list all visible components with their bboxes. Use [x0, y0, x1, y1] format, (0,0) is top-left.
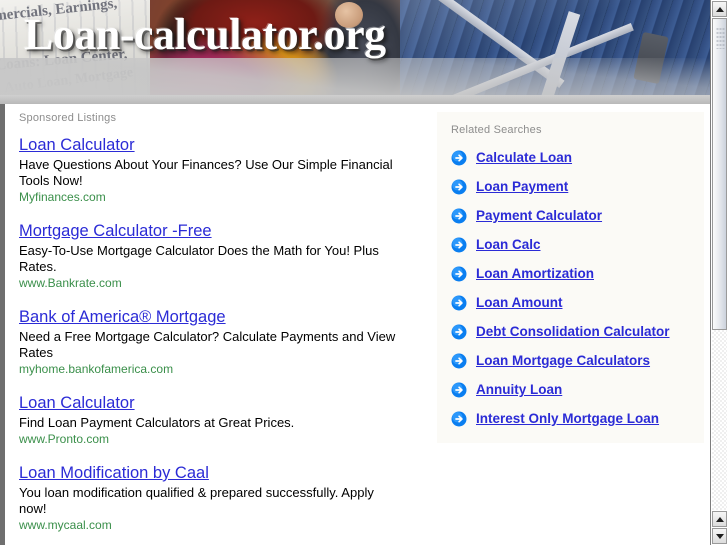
ad-description: Find Loan Payment Calculators at Great P… — [19, 415, 295, 430]
related-search-item[interactable]: Annuity Loan — [451, 382, 694, 398]
ad-description: Need a Free Mortgage Calculator? Calcula… — [19, 329, 396, 360]
scrollbar-thumb[interactable] — [712, 18, 727, 330]
ad-title-link[interactable]: Bank of America® Mortgage — [19, 308, 226, 327]
ad-display-url[interactable]: myhome.bankofamerica.com — [19, 362, 413, 377]
sponsored-ad: Mortgage Calculator -Free Easy-To-Use Mo… — [19, 222, 413, 291]
triangle-up-icon — [715, 516, 724, 522]
related-search-item[interactable]: Calculate Loan — [451, 150, 694, 166]
ad-description: Have Questions About Your Finances? Use … — [19, 157, 393, 188]
sponsored-ad: Loan Calculator Have Questions About You… — [19, 136, 413, 205]
ad-display-url[interactable]: Myfinances.com — [19, 190, 413, 205]
ad-title-link[interactable]: Loan Calculator — [19, 394, 135, 413]
related-search-label: Debt Consolidation Calculator — [476, 324, 670, 339]
related-search-label: Loan Amortization — [476, 266, 594, 281]
related-search-label: Loan Payment — [476, 179, 569, 194]
related-search-label: Loan Amount — [476, 295, 563, 310]
ad-title-link[interactable]: Loan Modification by Caal — [19, 464, 209, 483]
sponsored-listings-label: Sponsored Listings — [19, 112, 117, 124]
ad-display-url[interactable]: www.Pronto.com — [19, 432, 413, 447]
arrow-circle-right-icon — [451, 179, 467, 195]
ad-description: You loan modification qualified & prepar… — [19, 485, 374, 516]
site-banner: mercials, Earnings, Loans: Loan Center, … — [0, 0, 710, 104]
arrow-circle-right-icon — [451, 411, 467, 427]
scrollbar-scroll-up-button-bottom[interactable] — [712, 511, 727, 527]
related-searches-panel: Related Searches Calculate Loan Loan Pay… — [437, 112, 704, 443]
arrow-circle-right-icon — [451, 295, 467, 311]
sponsored-listings: Sponsored Listings Loan Calculator Have … — [13, 112, 413, 545]
related-search-label: Loan Mortgage Calculators — [476, 353, 651, 368]
arrow-circle-right-icon — [451, 324, 467, 340]
related-search-item[interactable]: Payment Calculator — [451, 208, 694, 224]
arrow-circle-right-icon — [451, 266, 467, 282]
ad-title-link[interactable]: Loan Calculator — [19, 136, 135, 155]
related-search-item[interactable]: Interest Only Mortgage Loan — [451, 411, 694, 427]
arrow-circle-right-icon — [451, 237, 467, 253]
triangle-down-icon — [715, 533, 724, 539]
related-search-item[interactable]: Loan Calc — [451, 237, 694, 253]
related-search-item[interactable]: Debt Consolidation Calculator — [451, 324, 694, 340]
arrow-circle-right-icon — [451, 353, 467, 369]
ad-description: Easy-To-Use Mortgage Calculator Does the… — [19, 243, 379, 274]
scrollbar-scroll-up-button[interactable] — [712, 1, 727, 17]
related-search-item[interactable]: Loan Amount — [451, 295, 694, 311]
arrow-circle-right-icon — [451, 208, 467, 224]
sponsored-ad: Loan Calculator Find Loan Payment Calcul… — [19, 394, 413, 447]
related-search-label: Annuity Loan — [476, 382, 563, 397]
related-search-label: Loan Calc — [476, 237, 541, 252]
related-search-label: Payment Calculator — [476, 208, 603, 223]
arrow-circle-right-icon — [451, 382, 467, 398]
sponsored-ad: Loan Modification by Caal You loan modif… — [19, 464, 413, 533]
related-search-label: Calculate Loan — [476, 150, 573, 165]
sponsored-ad: Bank of America® Mortgage Need a Free Mo… — [19, 308, 413, 377]
arrow-circle-right-icon — [451, 150, 467, 166]
vertical-scrollbar[interactable] — [710, 0, 727, 545]
scrollbar-thumb-grip — [716, 27, 725, 49]
related-search-item[interactable]: Loan Amortization — [451, 266, 694, 282]
related-search-item[interactable]: Loan Payment — [451, 179, 694, 195]
ad-title-link[interactable]: Mortgage Calculator -Free — [19, 222, 212, 241]
banner-bottom-edge — [0, 95, 710, 104]
related-search-label: Interest Only Mortgage Loan — [476, 411, 660, 426]
page-title: Loan-calculator.org — [24, 10, 386, 59]
page-viewport: mercials, Earnings, Loans: Loan Center, … — [0, 0, 710, 545]
related-search-item[interactable]: Loan Mortgage Calculators — [451, 353, 694, 369]
ad-display-url[interactable]: www.mycaal.com — [19, 518, 413, 533]
triangle-up-icon — [715, 6, 724, 12]
ad-display-url[interactable]: www.Bankrate.com — [19, 276, 413, 291]
related-searches-label: Related Searches — [451, 124, 542, 136]
content-area: Sponsored Listings Loan Calculator Have … — [0, 104, 710, 545]
scrollbar-scroll-down-button[interactable] — [712, 528, 727, 544]
